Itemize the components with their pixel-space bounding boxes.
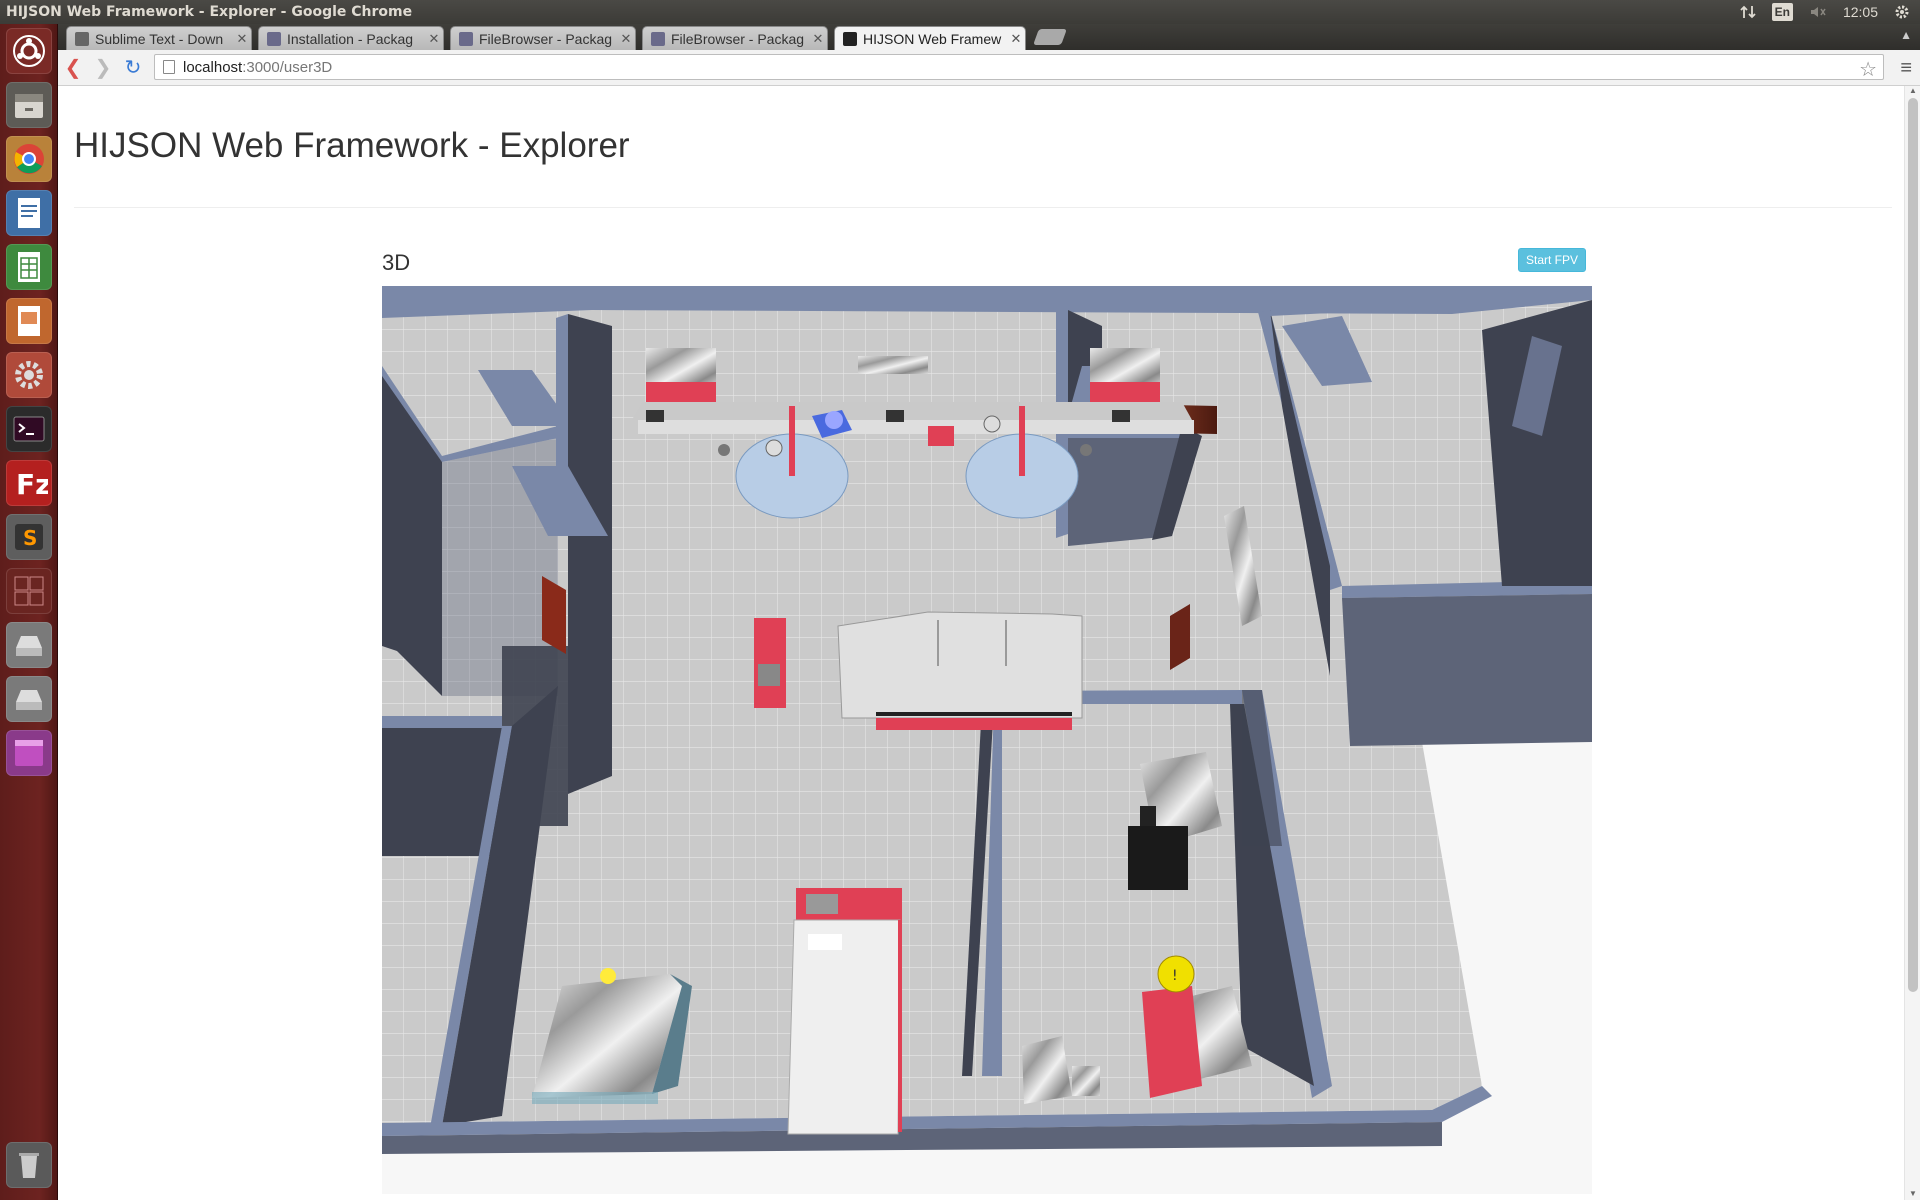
page-viewport: HIJSON Web Framework - Explorer 3D Start… (58, 86, 1904, 1200)
url-host: localhost (183, 58, 243, 76)
keyboard-language-indicator[interactable]: En (1771, 3, 1793, 21)
tab-label: Sublime Text - Down (95, 30, 224, 47)
terminal-icon[interactable] (6, 406, 52, 452)
filezilla-icon[interactable]: Fz (6, 460, 52, 506)
sublime-text-icon[interactable]: S (6, 514, 52, 560)
browser-window: Sublime Text - Down ✕ Installation - Pac… (58, 24, 1920, 1200)
drive-icon-2[interactable] (6, 676, 52, 722)
clock[interactable]: 12:05 (1843, 3, 1878, 21)
trash-icon[interactable] (6, 1142, 52, 1188)
tab-favicon-icon (267, 31, 281, 46)
tab-hijson-explorer[interactable]: HIJSON Web Framew ✕ (834, 26, 1026, 50)
address-bar[interactable]: localhost:3000/user3D ☆ (154, 54, 1884, 82)
scroll-down-arrow-icon[interactable]: ▼ (1905, 1189, 1920, 1198)
ubuntu-dash-icon[interactable] (6, 28, 52, 74)
tab-favicon-icon (651, 31, 665, 46)
tab-favicon-icon (75, 31, 89, 46)
launcher: Fz S (0, 24, 58, 1200)
page-scrollbar[interactable]: ▲ ▼ (1904, 86, 1920, 1200)
sound-muted-icon[interactable] (1809, 3, 1827, 21)
tab-close-icon[interactable]: ✕ (233, 31, 251, 47)
system-settings-icon[interactable] (6, 352, 52, 398)
indicator-area: En 12:05 (1739, 3, 1920, 21)
tab-filebrowser-1[interactable]: FileBrowser - Packag ✕ (450, 26, 636, 50)
chrome-menu-icon[interactable]: ≡ (1900, 57, 1912, 80)
window-control-icon[interactable]: ▲ (1900, 28, 1912, 42)
panel-heading-3d: 3D (382, 250, 411, 275)
application-icon[interactable] (6, 730, 52, 776)
browser-toolbar: ❮ ❯ ↻ localhost:3000/user3D ☆ ≡ (58, 50, 1920, 86)
tab-favicon-icon (843, 31, 857, 46)
tab-label: Installation - Packag (287, 30, 414, 47)
bookmark-star-icon[interactable]: ☆ (1859, 57, 1877, 82)
tab-label: FileBrowser - Packag (479, 30, 613, 47)
svg-text:S: S (23, 526, 37, 550)
files-icon[interactable] (6, 82, 52, 128)
title-divider (74, 207, 1892, 208)
chrome-icon[interactable] (6, 136, 52, 182)
tab-close-icon[interactable]: ✕ (425, 31, 443, 47)
top-bench (632, 402, 1192, 420)
workspace-switcher-icon[interactable] (6, 568, 52, 614)
window-title: HIJSON Web Framework - Explorer - Google… (6, 4, 413, 20)
back-arrow-icon[interactable]: ❮ (58, 53, 88, 83)
svg-text:Fz: Fz (16, 468, 48, 501)
tab-label: HIJSON Web Framew (863, 30, 1002, 47)
libreoffice-calc-icon[interactable] (6, 244, 52, 290)
tab-sublime-text[interactable]: Sublime Text - Down ✕ (66, 26, 252, 50)
page-title: HIJSON Web Framework - Explorer (74, 126, 630, 165)
scroll-up-arrow-icon[interactable]: ▲ (1905, 86, 1920, 95)
3d-scene-render[interactable]: ! (382, 286, 1592, 1194)
page-icon (163, 60, 175, 74)
start-fpv-button[interactable]: Start FPV (1518, 248, 1587, 272)
forward-arrow-icon[interactable]: ❯ (88, 53, 118, 83)
system-top-panel: HIJSON Web Framework - Explorer - Google… (0, 0, 1920, 24)
interior-wall-left (568, 314, 612, 794)
tab-favicon-icon (459, 31, 473, 46)
libreoffice-writer-icon[interactable] (6, 190, 52, 236)
url-path: :3000/user3D (242, 58, 333, 76)
session-gear-icon[interactable] (1894, 3, 1910, 21)
libreoffice-impress-icon[interactable] (6, 298, 52, 344)
tab-label: FileBrowser - Packag (671, 30, 805, 47)
3d-canvas[interactable]: ! (382, 286, 1592, 1194)
reload-icon[interactable]: ↻ (118, 53, 148, 83)
centre-island (837, 611, 1083, 719)
tab-close-icon[interactable]: ✕ (1007, 31, 1025, 47)
scrollbar-thumb[interactable] (1908, 98, 1918, 992)
tab-close-icon[interactable]: ✕ (617, 31, 635, 47)
new-tab-button[interactable] (1033, 29, 1067, 45)
tab-filebrowser-2[interactable]: FileBrowser - Packag ✕ (642, 26, 828, 50)
drive-icon[interactable] (6, 622, 52, 668)
network-icon[interactable] (1739, 3, 1756, 21)
tab-installation[interactable]: Installation - Packag ✕ (258, 26, 444, 50)
tab-close-icon[interactable]: ✕ (809, 31, 827, 47)
svg-text:!: ! (1172, 968, 1178, 984)
tab-strip: Sublime Text - Down ✕ Installation - Pac… (58, 24, 1920, 50)
